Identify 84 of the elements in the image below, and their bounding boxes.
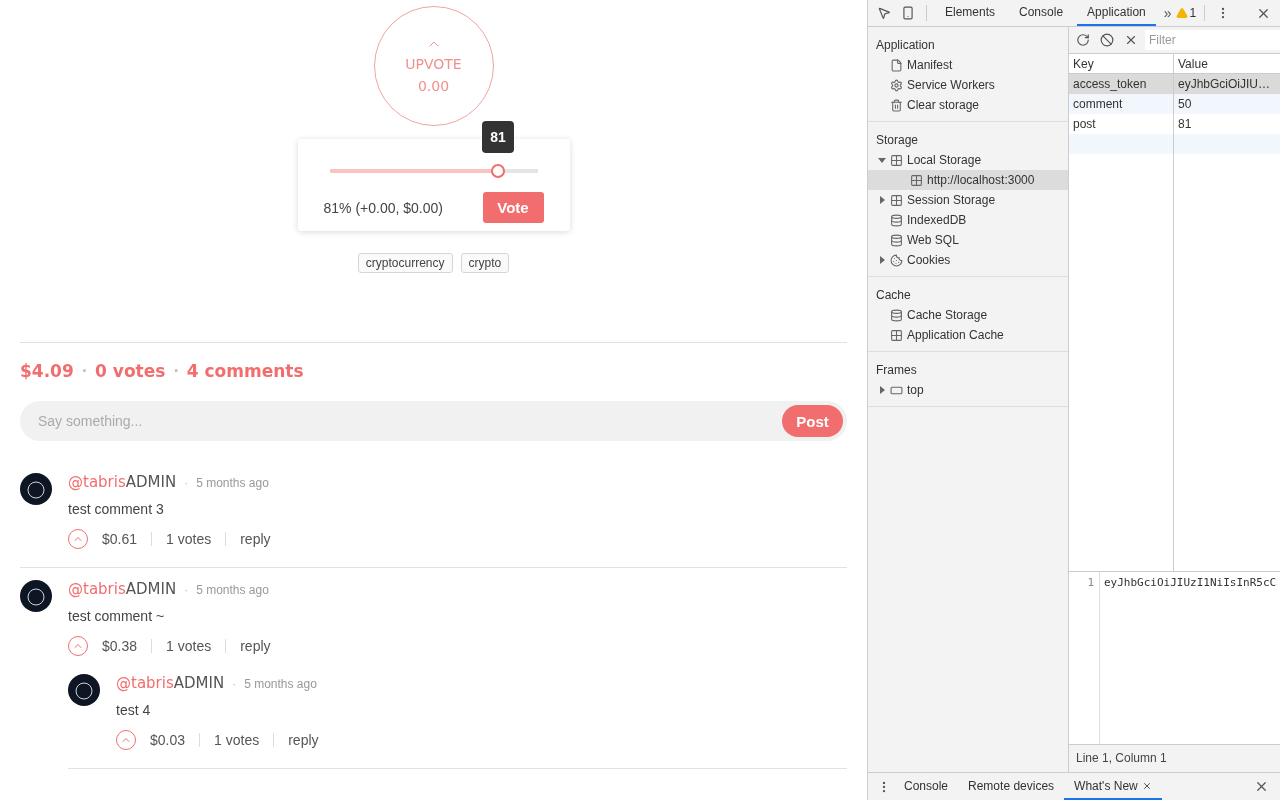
- comment-text: test comment ~: [68, 608, 166, 624]
- tree-item[interactable]: top: [868, 380, 1068, 400]
- code-text: eyJhbGciOiJIUzI1NiIsInR5cC: [1103, 575, 1277, 591]
- database-icon: [890, 308, 903, 322]
- close-icon[interactable]: [1141, 780, 1152, 791]
- reply-link[interactable]: reply: [288, 732, 319, 748]
- gear-icon: [890, 78, 903, 92]
- reply-link[interactable]: reply: [240, 531, 271, 547]
- database-icon: [890, 213, 903, 227]
- section-title: Application: [875, 37, 936, 54]
- warning-counter[interactable]: 1: [1175, 6, 1197, 20]
- tree-item[interactable]: Cookies: [868, 250, 1068, 270]
- collapsed-arrow-icon[interactable]: [878, 386, 886, 394]
- slider-thumb[interactable]: [490, 164, 505, 178]
- avatar-icon: [20, 580, 52, 612]
- comment-time: 5 months ago: [196, 583, 269, 597]
- table-cell[interactable]: access_token: [1069, 74, 1174, 94]
- reply-link[interactable]: reply: [240, 638, 271, 654]
- tree-item[interactable]: IndexedDB: [868, 210, 1068, 230]
- overflow-button[interactable]: »: [1163, 5, 1172, 21]
- table-cell[interactable]: 50: [1174, 94, 1280, 114]
- separator-dot: ·: [81, 363, 88, 379]
- vote-summary: 81% (+0.00, $0.00): [323, 199, 443, 216]
- trash-icon: [890, 98, 903, 112]
- separator-dot: ·: [184, 583, 189, 597]
- avatar-icon: [68, 674, 100, 706]
- section-title: Cache: [875, 287, 912, 304]
- expanded-arrow-icon[interactable]: [878, 156, 886, 164]
- tree-item[interactable]: Manifest: [868, 55, 1068, 75]
- separator-dot: ·: [184, 476, 189, 490]
- post-stat: $4.09: [20, 361, 74, 381]
- comment-author[interactable]: @tabrisADMIN: [116, 674, 225, 692]
- comment-text: test comment 3: [68, 501, 165, 517]
- file-icon: [890, 58, 903, 72]
- cookie-icon: [890, 253, 903, 267]
- comment-payout: $0.61: [102, 531, 138, 547]
- slider-tooltip: 81: [481, 121, 514, 153]
- comment-time: 5 months ago: [244, 677, 317, 691]
- tree-item[interactable]: Application Cache: [868, 325, 1068, 345]
- grid-icon: [890, 193, 903, 207]
- vote-count: 1 votes: [166, 638, 212, 654]
- tag[interactable]: crypto: [460, 253, 510, 273]
- collapsed-arrow-icon[interactable]: [878, 196, 886, 204]
- drawer-tab[interactable]: Remote devices: [958, 773, 1065, 800]
- table-cell[interactable]: eyJhbGciOiJIU…: [1174, 74, 1280, 94]
- filter-field[interactable]: Filter: [1145, 30, 1280, 50]
- table-cell[interactable]: comment: [1069, 94, 1174, 114]
- tree-item[interactable]: Service Workers: [868, 75, 1068, 95]
- comment-payout: $0.03: [150, 732, 186, 748]
- section-title: Storage: [875, 132, 920, 149]
- upvote-button[interactable]: [68, 636, 88, 656]
- tree-item[interactable]: Cache Storage: [868, 305, 1068, 325]
- drawer-tab[interactable]: Console: [894, 773, 959, 800]
- comment-payout: $0.38: [102, 638, 138, 654]
- devtools-tab[interactable]: Console: [1009, 0, 1074, 26]
- grid-icon: [890, 153, 903, 167]
- database-icon: [890, 233, 903, 247]
- tag[interactable]: cryptocurrency: [357, 253, 453, 273]
- devtools-tab[interactable]: Elements: [935, 0, 1006, 26]
- separator-dot: ·: [232, 677, 237, 691]
- vote-count: 1 votes: [214, 732, 260, 748]
- cursor-position: Line 1, Column 1: [1069, 744, 1280, 772]
- comment-author[interactable]: @tabrisADMIN: [68, 580, 177, 598]
- tree-item[interactable]: http://localhost:3000: [868, 170, 1068, 190]
- upvote-button[interactable]: [68, 529, 88, 549]
- upvote-button[interactable]: [116, 730, 136, 750]
- grid-icon: [890, 328, 903, 342]
- tree-item[interactable]: Local Storage: [868, 150, 1068, 170]
- tree-item[interactable]: Session Storage: [868, 190, 1068, 210]
- tree-item[interactable]: Web SQL: [868, 230, 1068, 250]
- separator-dot: ·: [173, 363, 179, 379]
- comment-text: test 4: [116, 702, 152, 718]
- comment-time: 5 months ago: [196, 476, 269, 490]
- avatar-icon: [20, 473, 52, 505]
- vote-count: 1 votes: [166, 531, 212, 547]
- collapsed-arrow-icon[interactable]: [878, 256, 886, 264]
- grid-icon: [910, 173, 923, 187]
- tree-item[interactable]: Clear storage: [868, 95, 1068, 115]
- post-stat: 4 comments: [186, 361, 304, 381]
- comment-author[interactable]: @tabrisADMIN: [68, 473, 177, 491]
- drawer-tab[interactable]: What's New: [1064, 773, 1162, 800]
- post-stat: 0 votes: [95, 361, 166, 381]
- section-title: Frames: [875, 362, 918, 379]
- line-number: 1: [1087, 576, 1094, 589]
